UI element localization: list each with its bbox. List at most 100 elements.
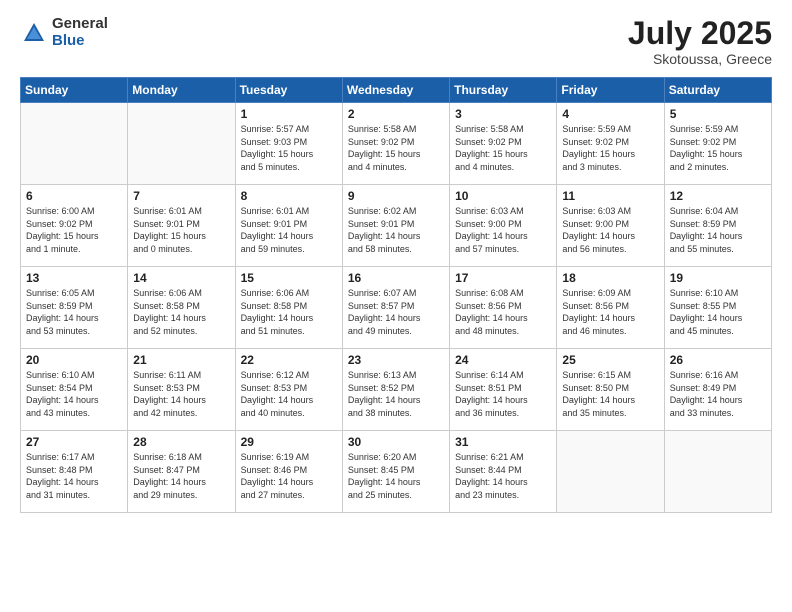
cell-info: Sunrise: 6:21 AM Sunset: 8:44 PM Dayligh… (455, 451, 551, 501)
week-row-3: 13 Sunrise: 6:05 AM Sunset: 8:59 PM Dayli… (21, 267, 772, 349)
cell-info: Sunrise: 6:01 AM Sunset: 9:01 PM Dayligh… (133, 205, 229, 255)
calendar-cell: 1 Sunrise: 5:57 AM Sunset: 9:03 PM Daylig… (235, 103, 342, 185)
cell-info: Sunrise: 5:58 AM Sunset: 9:02 PM Dayligh… (455, 123, 551, 173)
calendar-cell: 30Sunrise: 6:20 AM Sunset: 8:45 PM Dayli… (342, 431, 449, 513)
day-number: 14 (133, 271, 229, 285)
calendar-cell: 17Sunrise: 6:08 AM Sunset: 8:56 PM Dayli… (450, 267, 557, 349)
calendar-cell: 3Sunrise: 5:58 AM Sunset: 9:02 PM Daylig… (450, 103, 557, 185)
col-monday: Monday (128, 78, 235, 103)
day-number: 25 (562, 353, 658, 367)
day-number: 27 (26, 435, 122, 449)
calendar-cell: 15 Sunrise: 6:06 AM Sunset: 8:58 PM Dayli… (235, 267, 342, 349)
cell-info: Sunrise: 6:12 AM Sunset: 8:53 PM Dayligh… (241, 369, 337, 419)
day-number: 23 (348, 353, 444, 367)
calendar-cell: 5 Sunrise: 5:59 AM Sunset: 9:02 PM Daylig… (664, 103, 771, 185)
day-number: 11 (562, 189, 658, 203)
day-number: 9 (348, 189, 444, 203)
calendar-cell: 25 Sunrise: 6:15 AM Sunset: 8:50 PM Dayli… (557, 349, 664, 431)
calendar-cell: 4 Sunrise: 5:59 AM Sunset: 9:02 PM Daylig… (557, 103, 664, 185)
calendar-cell: 26 Sunrise: 6:16 AM Sunset: 8:49 PM Dayli… (664, 349, 771, 431)
cell-info: Sunrise: 6:00 AM Sunset: 9:02 PM Dayligh… (26, 205, 122, 255)
calendar-cell: 16 Sunrise: 6:07 AM Sunset: 8:57 PM Dayli… (342, 267, 449, 349)
header: General Blue July 2025 Skotoussa, Greece (20, 16, 772, 67)
cell-info: Sunrise: 6:10 AM Sunset: 8:54 PM Dayligh… (26, 369, 122, 419)
calendar-cell: 22Sunrise: 6:12 AM Sunset: 8:53 PM Dayli… (235, 349, 342, 431)
cell-info: Sunrise: 6:14 AM Sunset: 8:51 PM Dayligh… (455, 369, 551, 419)
cell-info: Sunrise: 5:58 AM Sunset: 9:02 PM Dayligh… (348, 123, 444, 173)
calendar-body: 1 Sunrise: 5:57 AM Sunset: 9:03 PM Daylig… (21, 103, 772, 513)
cell-info: Sunrise: 6:11 AM Sunset: 8:53 PM Dayligh… (133, 369, 229, 419)
day-number: 13 (26, 271, 122, 285)
day-number: 15 (241, 271, 337, 285)
calendar-cell: 31 Sunrise: 6:21 AM Sunset: 8:44 PM Dayli… (450, 431, 557, 513)
day-number: 16 (348, 271, 444, 285)
calendar-header: Sunday Monday Tuesday Wednesday Thursday… (21, 78, 772, 103)
week-row-2: 6 Sunrise: 6:00 AM Sunset: 9:02 PM Daylig… (21, 185, 772, 267)
day-number: 6 (26, 189, 122, 203)
cell-info: Sunrise: 6:06 AM Sunset: 8:58 PM Dayligh… (241, 287, 337, 337)
logo-text: General Blue (52, 16, 108, 49)
cell-info: Sunrise: 6:15 AM Sunset: 8:50 PM Dayligh… (562, 369, 658, 419)
col-thursday: Thursday (450, 78, 557, 103)
cell-info: Sunrise: 5:57 AM Sunset: 9:03 PM Dayligh… (241, 123, 337, 173)
day-number: 30 (348, 435, 444, 449)
logo-general: General (52, 15, 108, 32)
calendar-cell (557, 431, 664, 513)
day-number: 10 (455, 189, 551, 203)
title-block: July 2025 Skotoussa, Greece (628, 16, 772, 67)
cell-info: Sunrise: 6:09 AM Sunset: 8:56 PM Dayligh… (562, 287, 658, 337)
calendar-cell: 20 Sunrise: 6:10 AM Sunset: 8:54 PM Dayli… (21, 349, 128, 431)
col-friday: Friday (557, 78, 664, 103)
col-sunday: Sunday (21, 78, 128, 103)
calendar-cell: 14 Sunrise: 6:06 AM Sunset: 8:58 PM Dayli… (128, 267, 235, 349)
day-number: 12 (670, 189, 766, 203)
header-row: Sunday Monday Tuesday Wednesday Thursday… (21, 78, 772, 103)
day-number: 29 (241, 435, 337, 449)
calendar-cell: 6 Sunrise: 6:00 AM Sunset: 9:02 PM Daylig… (21, 185, 128, 267)
cell-info: Sunrise: 6:08 AM Sunset: 8:56 PM Dayligh… (455, 287, 551, 337)
col-saturday: Saturday (664, 78, 771, 103)
day-number: 4 (562, 107, 658, 121)
calendar-cell: 9 Sunrise: 6:02 AM Sunset: 9:01 PM Daylig… (342, 185, 449, 267)
day-number: 5 (670, 107, 766, 121)
day-number: 20 (26, 353, 122, 367)
cell-info: Sunrise: 6:07 AM Sunset: 8:57 PM Dayligh… (348, 287, 444, 337)
day-number: 7 (133, 189, 229, 203)
cell-info: Sunrise: 6:18 AM Sunset: 8:47 PM Dayligh… (133, 451, 229, 501)
cell-info: Sunrise: 5:59 AM Sunset: 9:02 PM Dayligh… (670, 123, 766, 173)
cell-info: Sunrise: 6:04 AM Sunset: 8:59 PM Dayligh… (670, 205, 766, 255)
calendar-cell: 28Sunrise: 6:18 AM Sunset: 8:47 PM Dayli… (128, 431, 235, 513)
title-location: Skotoussa, Greece (628, 51, 772, 67)
calendar-cell: 8Sunrise: 6:01 AM Sunset: 9:01 PM Daylig… (235, 185, 342, 267)
calendar-cell: 29 Sunrise: 6:19 AM Sunset: 8:46 PM Dayli… (235, 431, 342, 513)
day-number: 2 (348, 107, 444, 121)
calendar-cell: 19Sunrise: 6:10 AM Sunset: 8:55 PM Dayli… (664, 267, 771, 349)
day-number: 1 (241, 107, 337, 121)
title-month: July 2025 (628, 16, 772, 51)
logo-icon (20, 19, 48, 47)
calendar-cell: 13 Sunrise: 6:05 AM Sunset: 8:59 PM Dayli… (21, 267, 128, 349)
day-number: 19 (670, 271, 766, 285)
calendar-table: Sunday Monday Tuesday Wednesday Thursday… (20, 77, 772, 513)
week-row-4: 20 Sunrise: 6:10 AM Sunset: 8:54 PM Dayli… (21, 349, 772, 431)
col-wednesday: Wednesday (342, 78, 449, 103)
cell-info: Sunrise: 6:02 AM Sunset: 9:01 PM Dayligh… (348, 205, 444, 255)
day-number: 26 (670, 353, 766, 367)
day-number: 31 (455, 435, 551, 449)
cell-info: Sunrise: 6:19 AM Sunset: 8:46 PM Dayligh… (241, 451, 337, 501)
day-number: 24 (455, 353, 551, 367)
calendar-cell: 27Sunrise: 6:17 AM Sunset: 8:48 PM Dayli… (21, 431, 128, 513)
logo: General Blue (20, 16, 108, 49)
calendar-cell: 11Sunrise: 6:03 AM Sunset: 9:00 PM Dayli… (557, 185, 664, 267)
calendar-cell: 18 Sunrise: 6:09 AM Sunset: 8:56 PM Dayli… (557, 267, 664, 349)
cell-info: Sunrise: 6:13 AM Sunset: 8:52 PM Dayligh… (348, 369, 444, 419)
cell-info: Sunrise: 6:01 AM Sunset: 9:01 PM Dayligh… (241, 205, 337, 255)
cell-info: Sunrise: 5:59 AM Sunset: 9:02 PM Dayligh… (562, 123, 658, 173)
calendar-cell (664, 431, 771, 513)
cell-info: Sunrise: 6:06 AM Sunset: 8:58 PM Dayligh… (133, 287, 229, 337)
col-tuesday: Tuesday (235, 78, 342, 103)
cell-info: Sunrise: 6:05 AM Sunset: 8:59 PM Dayligh… (26, 287, 122, 337)
day-number: 18 (562, 271, 658, 285)
cell-info: Sunrise: 6:16 AM Sunset: 8:49 PM Dayligh… (670, 369, 766, 419)
week-row-1: 1 Sunrise: 5:57 AM Sunset: 9:03 PM Daylig… (21, 103, 772, 185)
